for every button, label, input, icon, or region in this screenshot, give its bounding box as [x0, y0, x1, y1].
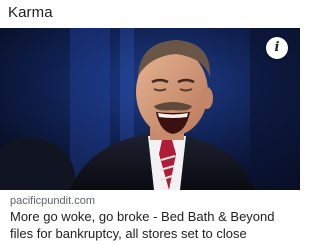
- source-domain: pacificpundit.com: [10, 195, 95, 207]
- info-icon: i: [274, 40, 280, 55]
- info-button[interactable]: i: [266, 37, 288, 59]
- card-header: Karma: [0, 0, 300, 28]
- news-image[interactable]: i: [0, 28, 300, 190]
- news-caption[interactable]: pacificpundit.com More go woke, go broke…: [0, 190, 300, 245]
- card-title: Karma: [8, 4, 53, 21]
- search-card: Karma i pacificpundit.com More go woke, …: [0, 0, 300, 245]
- news-headline[interactable]: More go woke, go broke - Bed Bath & Beyo…: [10, 208, 294, 242]
- laughing-man-photo: [0, 28, 300, 190]
